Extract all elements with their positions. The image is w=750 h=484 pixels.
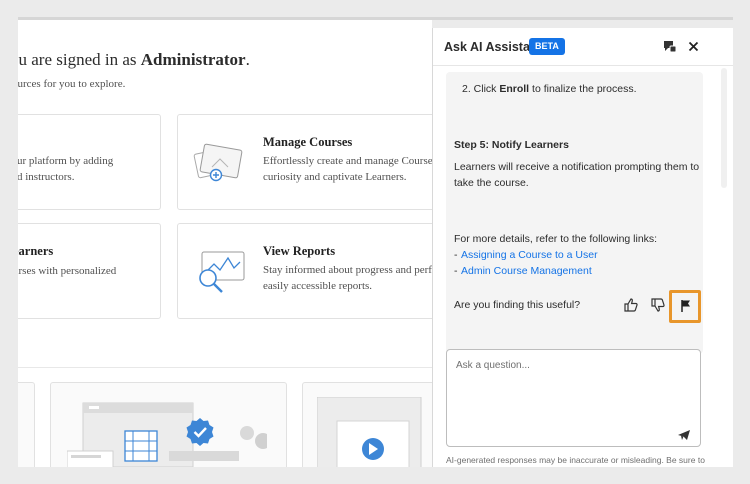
right-margin xyxy=(733,17,750,484)
panel-title: Ask AI Assistant xyxy=(444,40,542,54)
card-desc: ur platform by adding d instructors. xyxy=(18,155,114,183)
panel-scrollbar[interactable] xyxy=(721,68,727,188)
top-bar xyxy=(0,0,750,17)
panel-header: Ask AI Assistant BETA xyxy=(433,28,733,66)
thumbs-down-icon[interactable] xyxy=(647,294,669,316)
thumbnail-card-play[interactable] xyxy=(302,382,432,467)
step-heading: Step 5: Notify Learners xyxy=(454,139,569,151)
thumbs-up-icon[interactable] xyxy=(620,294,642,316)
card-desc: Stay informed about progress and perfo ea… xyxy=(263,264,432,292)
search-chart-icon xyxy=(190,248,250,301)
verified-badge-icon xyxy=(185,417,215,452)
link-admin-course-management[interactable]: Admin Course Management xyxy=(461,265,592,277)
send-icon[interactable] xyxy=(677,428,693,442)
question-placeholder: Ask a question... xyxy=(456,360,530,371)
card-manage-courses[interactable]: Manage Courses Effortlessly create and m… xyxy=(177,114,432,210)
course-cards-icon xyxy=(192,141,248,192)
ai-disclaimer: AI-generated responses may be inaccurate… xyxy=(446,455,705,465)
card-manage-users[interactable]: ur platform by adding d instructors. xyxy=(18,114,161,210)
card-view-reports[interactable]: View Reports Stay informed about progres… xyxy=(177,223,432,319)
notify-text-line1: Learners will receive a notification pro… xyxy=(454,161,700,173)
close-icon[interactable] xyxy=(685,38,701,54)
main-content: ou are signed in as Administrator. ource… xyxy=(18,20,432,467)
card-desc: Effortlessly create and manage Courses cu… xyxy=(263,155,432,183)
step-text: 2. Click Enroll to finalize the process. xyxy=(462,83,637,95)
card-title: View Reports xyxy=(263,244,336,258)
welcome-heading: ou are signed in as Administrator. xyxy=(18,50,250,69)
question-input[interactable]: Ask a question... xyxy=(446,349,701,447)
link-bullet: - xyxy=(454,265,458,277)
notify-text-line2: take the course. xyxy=(454,177,529,189)
bottom-margin xyxy=(0,467,750,484)
welcome-subtitle: ources for you to explore. xyxy=(18,78,126,90)
section-divider xyxy=(18,367,432,368)
chat-history-icon[interactable] xyxy=(661,38,677,54)
play-icon xyxy=(316,396,432,467)
ai-assistant-panel: Ask AI Assistant BETA 2. Click Enroll to… xyxy=(432,28,733,467)
beta-badge: BETA xyxy=(529,38,565,55)
film-icon xyxy=(66,397,271,467)
left-margin xyxy=(0,17,18,484)
card-desc: urses with personalized xyxy=(18,265,117,277)
flag-highlight xyxy=(669,290,701,323)
link-bullet: - xyxy=(454,249,458,261)
thumbnail-card-video[interactable] xyxy=(50,382,287,467)
feedback-question: Are you finding this useful? xyxy=(454,299,581,311)
card-learners[interactable]: earners urses with personalized xyxy=(18,223,161,319)
details-text: For more details, refer to the following… xyxy=(454,233,658,245)
card-title: Manage Courses xyxy=(263,135,353,149)
thumbnail-card-left[interactable] xyxy=(18,382,35,467)
assistant-message: 2. Click Enroll to finalize the process.… xyxy=(446,72,703,354)
link-assigning-course[interactable]: Assigning a Course to a User xyxy=(461,249,598,261)
card-title: earners xyxy=(18,244,54,258)
